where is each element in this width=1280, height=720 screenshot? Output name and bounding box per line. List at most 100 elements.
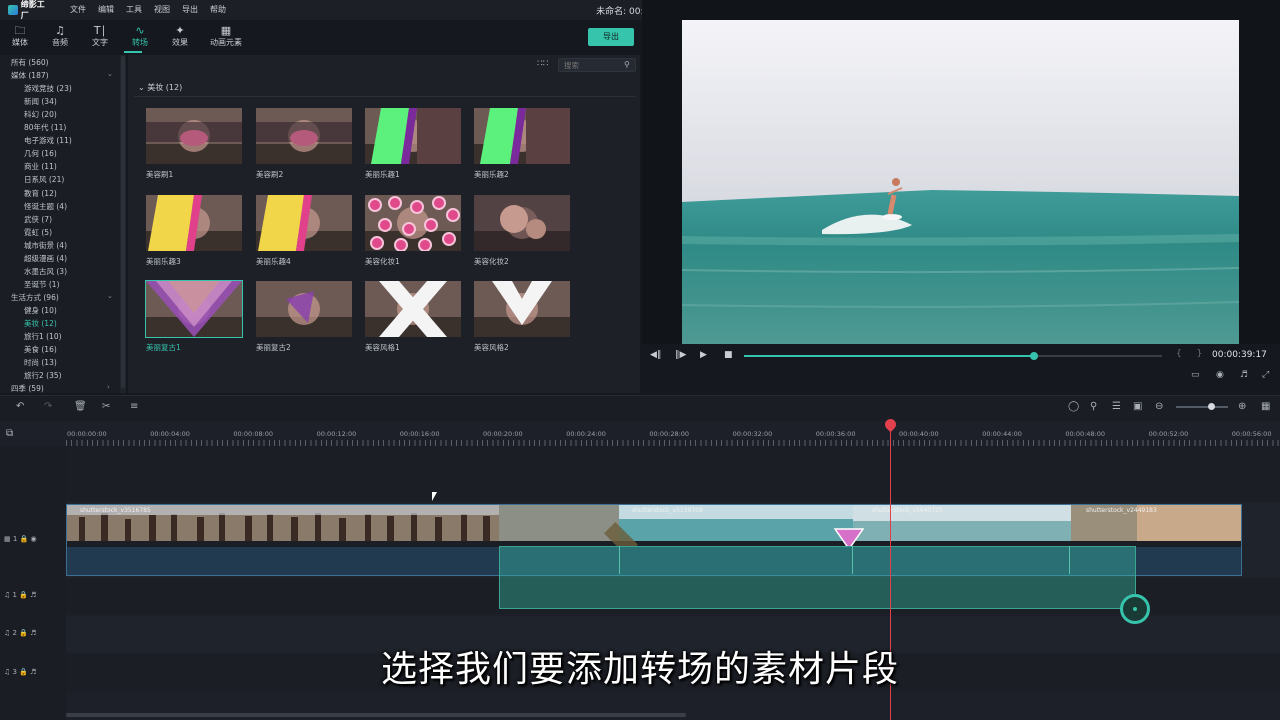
film-icon: ▦: [4, 535, 11, 543]
menu-view[interactable]: 视图: [154, 4, 170, 15]
category-item[interactable]: 日系风 (21): [24, 174, 64, 185]
transition-thumbnail[interactable]: [365, 281, 461, 337]
category-item[interactable]: 健身 (10): [24, 305, 57, 316]
tab-elements[interactable]: ▦ 动画元素: [200, 24, 252, 54]
category-item[interactable]: 几何 (16): [24, 148, 57, 159]
eye-icon[interactable]: ◉: [31, 535, 37, 543]
transition-thumbnail[interactable]: [256, 108, 352, 164]
menu-file[interactable]: 文件: [70, 4, 86, 15]
category-item[interactable]: 商业 (11): [24, 161, 57, 172]
add-track-icon[interactable]: ⧉: [6, 428, 13, 439]
grid-view-icon[interactable]: ∷∷: [537, 59, 548, 69]
microphone-icon[interactable]: ⚲: [1090, 401, 1097, 412]
tab-transitions[interactable]: ∿ 转场: [120, 24, 160, 54]
transition-thumbnail[interactable]: [474, 108, 570, 164]
tab-effects[interactable]: ✦ 效果: [160, 24, 200, 54]
transition-label: 美丽复古2: [256, 343, 291, 352]
search-icon[interactable]: ⚲: [624, 60, 630, 69]
volume-icon[interactable]: ♬: [1240, 370, 1248, 380]
previous-frame-icon[interactable]: ◀‖: [650, 350, 661, 360]
transition-thumbnail[interactable]: [146, 108, 242, 164]
handle-dot: [1133, 607, 1137, 611]
category-item[interactable]: 所有 (560): [11, 57, 49, 68]
category-item[interactable]: 科幻 (20): [24, 109, 57, 120]
category-item[interactable]: 水墨古风 (3): [24, 266, 67, 277]
category-item[interactable]: 美食 (16): [24, 344, 57, 355]
delete-icon[interactable]: 🗑: [74, 401, 87, 412]
cut-icon[interactable]: ✂: [102, 401, 110, 412]
lock-icon[interactable]: 🔒: [19, 591, 28, 599]
mark-in-out-icon[interactable]: { }: [1176, 349, 1208, 359]
category-item[interactable]: 旅行1 (10): [24, 331, 62, 342]
category-label: 水墨古风 (3): [24, 266, 68, 276]
ruler-label: 00:00:00:00: [67, 430, 107, 438]
zoom-in-icon[interactable]: ⊕: [1238, 401, 1246, 412]
lock-icon[interactable]: 🔒: [19, 629, 28, 637]
transition-thumbnail[interactable]: [474, 195, 570, 251]
snapshot-icon[interactable]: ◉: [1216, 370, 1224, 380]
category-item[interactable]: 武侠 (7): [24, 214, 52, 225]
tab-media[interactable]: 🗀 媒体: [0, 24, 40, 54]
category-item[interactable]: 新闻 (34): [24, 96, 57, 107]
zoom-slider-track[interactable]: [1176, 406, 1228, 408]
category-item[interactable]: 电子游戏 (11): [24, 135, 72, 146]
zoom-out-icon[interactable]: ⊖: [1155, 401, 1163, 412]
display-settings-icon[interactable]: ▭: [1191, 370, 1200, 380]
menu-tools[interactable]: 工具: [126, 4, 142, 15]
lock-icon[interactable]: 🔒: [20, 535, 29, 543]
category-item[interactable]: 时尚 (13): [24, 357, 57, 368]
export-button[interactable]: 导出: [588, 28, 634, 46]
transition-thumbnail[interactable]: [145, 280, 243, 338]
next-frame-icon[interactable]: ‖▶: [675, 350, 686, 360]
tab-audio[interactable]: ♫ 音频: [40, 24, 80, 54]
category-label: 美食 (16): [24, 345, 57, 355]
category-item[interactable]: 旅行2 (35): [24, 370, 62, 381]
category-item[interactable]: 美妆 (12): [24, 318, 57, 329]
snap-icon[interactable]: ▣: [1133, 401, 1142, 412]
category-item[interactable]: 游戏竞技 (23): [24, 83, 72, 94]
panel-layout-icon[interactable]: ▦: [1261, 401, 1270, 412]
category-item[interactable]: 生活方式 (96): [11, 292, 59, 303]
menu-edit[interactable]: 编辑: [98, 4, 114, 15]
category-item[interactable]: 城市街景 (4): [24, 240, 67, 251]
category-item[interactable]: 80年代 (11): [24, 122, 66, 133]
category-item[interactable]: 圣诞节 (1): [24, 279, 60, 290]
category-item[interactable]: 媒体 (187): [11, 70, 49, 81]
mixer-icon[interactable]: ☰: [1112, 401, 1121, 412]
transition-thumbnail[interactable]: [256, 281, 352, 337]
zoom-slider-knob[interactable]: [1208, 403, 1215, 410]
transition-thumbnail[interactable]: [146, 195, 242, 251]
speaker-icon[interactable]: ♬: [30, 629, 36, 637]
menu-help[interactable]: 帮助: [210, 4, 226, 15]
category-item[interactable]: 教育 (12): [24, 188, 57, 199]
menu-export[interactable]: 导出: [182, 4, 198, 15]
transition-thumbnail[interactable]: [474, 281, 570, 337]
stop-icon[interactable]: ■: [724, 350, 733, 360]
ruler-label: 00:00:12:00: [316, 430, 357, 438]
fullscreen-icon[interactable]: ⤢: [1262, 370, 1269, 380]
speaker-icon[interactable]: ♬: [30, 591, 36, 599]
transition-thumbnail[interactable]: [256, 195, 352, 251]
transition-thumbnail[interactable]: [365, 108, 461, 164]
play-icon[interactable]: ▶: [700, 350, 707, 360]
playback-progress-knob[interactable]: [1030, 352, 1038, 360]
preview-video[interactable]: [682, 20, 1239, 344]
category-item[interactable]: 怪诞主题 (4): [24, 201, 67, 212]
ruler-label: 00:00:44:00: [982, 430, 1022, 438]
category-item[interactable]: 霓虹 (5): [24, 227, 52, 238]
category-item[interactable]: 超级漫画 (4): [24, 253, 67, 264]
marker-icon[interactable]: ◯: [1068, 401, 1079, 412]
transition-thumbnail[interactable]: [365, 195, 461, 251]
tab-text[interactable]: T∣ 文字: [80, 24, 120, 54]
timeline-scrollbar[interactable]: [66, 713, 686, 717]
redo-icon[interactable]: ↷: [44, 401, 52, 412]
transition-label: 美容风格2: [474, 343, 509, 352]
category-scrollbar-thumb[interactable]: [121, 56, 125, 388]
tab-label: 音频: [52, 38, 68, 47]
adjust-icon[interactable]: ≡: [130, 401, 138, 412]
section-header[interactable]: ⌄ 美妆 (12): [138, 82, 182, 93]
drag-handle[interactable]: [1120, 594, 1150, 624]
logo-mark: [8, 5, 18, 15]
category-item[interactable]: 四季 (59): [11, 383, 44, 394]
undo-icon[interactable]: ↶: [16, 401, 24, 412]
